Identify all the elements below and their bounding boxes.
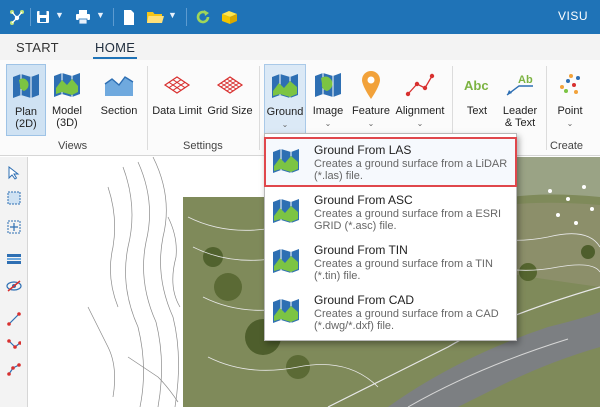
tab-start[interactable]: START xyxy=(16,40,59,55)
ground-map-icon xyxy=(271,146,301,176)
menu-item-description: Creates a ground surface from a CAD (*.d… xyxy=(314,308,499,332)
grid-size-label: Grid Size xyxy=(207,105,253,117)
menu-item-ground-from-asc[interactable]: Ground From ASC Creates a ground surface… xyxy=(265,188,516,236)
menu-item-description: Creates a ground surface from a TIN (*.t… xyxy=(314,258,493,282)
model-3d-label-line2: (3D) xyxy=(56,117,78,129)
settings-group-label: Settings xyxy=(183,140,223,152)
menu-item-description: Creates a ground surface from a ESRI GRI… xyxy=(314,208,502,232)
views-group-label: Views xyxy=(58,140,88,152)
ground-map-icon xyxy=(271,246,301,276)
menu-item-title: Ground From ASC xyxy=(314,193,413,207)
data-limit-button[interactable]: Data Limit xyxy=(152,64,202,136)
group-separator xyxy=(147,66,148,150)
plan-2d-button[interactable]: Plan (2D) xyxy=(6,64,46,136)
text-label: Text xyxy=(466,105,488,117)
model-3d-button[interactable]: Model (3D) xyxy=(48,64,86,136)
zoom-extents-icon[interactable] xyxy=(4,217,24,237)
image-chevron-down-icon: ⌄ xyxy=(324,119,332,128)
ground-map-icon xyxy=(271,296,301,326)
alignment-chevron-down-icon: ⌄ xyxy=(416,119,424,128)
alignment-button[interactable]: Alignment ⌄ xyxy=(394,64,446,136)
menu-item-ground-from-cad[interactable]: Ground From CAD Creates a ground surface… xyxy=(265,288,516,336)
svg-text:Ab: Ab xyxy=(518,74,533,86)
title-bar: ▼ ▼ ▼ VISU xyxy=(0,0,600,34)
section-button[interactable]: Section xyxy=(96,64,142,136)
leader-text-label-line2: & Text xyxy=(504,117,536,129)
line-tool-icon[interactable] xyxy=(4,309,24,329)
data-limit-label: Data Limit xyxy=(152,105,202,117)
text-button[interactable]: Abc Text xyxy=(458,64,496,136)
menu-item-title: Ground From CAD xyxy=(314,293,415,307)
new-document-icon[interactable] xyxy=(122,7,136,27)
grid-size-button[interactable]: Grid Size xyxy=(206,64,254,136)
ground-map-icon xyxy=(271,196,301,226)
feature-pin-icon xyxy=(355,68,387,102)
point-button[interactable]: Point ⌄ xyxy=(551,64,589,136)
ribbon-tab-strip: START HOME xyxy=(0,34,600,60)
image-label: Image xyxy=(312,105,344,117)
page-edge-right xyxy=(600,0,610,420)
app-title: VISU xyxy=(557,9,588,23)
save-icon[interactable] xyxy=(35,7,51,27)
print-chevron-down-icon[interactable]: ▼ xyxy=(96,10,105,20)
point-label: Point xyxy=(557,105,583,117)
text-abc-icon: Abc xyxy=(461,68,493,102)
layers-icon[interactable] xyxy=(4,249,24,269)
menu-item-title: Ground From LAS xyxy=(314,143,412,157)
ground-dropdown-menu: Ground From LAS Creates a ground surface… xyxy=(264,133,517,341)
leader-text-icon: Ab xyxy=(504,68,536,102)
grid-size-icon xyxy=(214,68,246,102)
ground-chevron-down-icon: ⌄ xyxy=(281,120,289,129)
alignment-icon xyxy=(404,68,436,102)
menu-item-ground-from-las[interactable]: Ground From LAS Creates a ground surface… xyxy=(264,137,517,187)
cube-icon[interactable] xyxy=(220,7,238,27)
feature-label: Feature xyxy=(352,105,390,117)
section-label: Section xyxy=(100,105,138,117)
plan-map-icon xyxy=(10,69,42,103)
image-button[interactable]: Image ⌄ xyxy=(310,64,346,136)
section-icon xyxy=(103,68,135,102)
feature-chevron-down-icon: ⌄ xyxy=(367,119,375,128)
image-map-icon xyxy=(312,68,344,102)
select-box-icon[interactable] xyxy=(4,188,24,208)
tree-icon[interactable] xyxy=(8,7,26,27)
tab-home[interactable]: HOME xyxy=(92,40,138,59)
menu-item-title: Ground From TIN xyxy=(314,243,408,257)
group-separator xyxy=(546,66,547,150)
leader-text-label-line1: Leader xyxy=(502,105,538,117)
path-tool-icon[interactable] xyxy=(4,359,24,379)
plan-2d-label-line2: (2D) xyxy=(15,118,37,130)
refresh-icon[interactable] xyxy=(194,7,212,27)
point-cloud-icon xyxy=(554,68,586,102)
data-limit-grid-icon xyxy=(161,68,193,102)
open-folder-icon[interactable] xyxy=(146,7,164,27)
ground-button[interactable]: Ground ⌄ xyxy=(264,64,306,136)
left-toolbar xyxy=(0,157,28,407)
alignment-label: Alignment xyxy=(395,105,445,117)
menu-item-description: Creates a ground surface from a LiDAR (*… xyxy=(314,158,508,182)
group-separator xyxy=(259,66,260,150)
separator xyxy=(113,8,114,26)
ground-map-icon xyxy=(269,69,301,103)
svg-text:Abc: Abc xyxy=(464,78,489,93)
open-chevron-down-icon[interactable]: ▼ xyxy=(168,10,177,20)
leader-text-button[interactable]: Ab Leader & Text xyxy=(498,64,542,136)
menu-item-ground-from-tin[interactable]: Ground From TIN Creates a ground surface… xyxy=(265,238,516,286)
ground-label: Ground xyxy=(266,106,304,118)
separator xyxy=(186,8,187,26)
create-group-label: Create xyxy=(550,140,584,152)
separator xyxy=(30,8,31,26)
select-arrow-icon[interactable] xyxy=(4,163,24,183)
model-3d-label-line1: Model xyxy=(52,105,82,117)
print-icon[interactable] xyxy=(74,7,92,27)
hide-eye-icon[interactable] xyxy=(4,276,24,296)
polyline-tool-icon[interactable] xyxy=(4,334,24,354)
feature-button[interactable]: Feature ⌄ xyxy=(350,64,392,136)
model-map-icon xyxy=(51,68,83,102)
point-chevron-down-icon: ⌄ xyxy=(566,119,574,128)
save-chevron-down-icon[interactable]: ▼ xyxy=(55,10,64,20)
page-edge-bottom xyxy=(0,407,610,420)
plan-2d-label-line1: Plan xyxy=(14,106,38,118)
